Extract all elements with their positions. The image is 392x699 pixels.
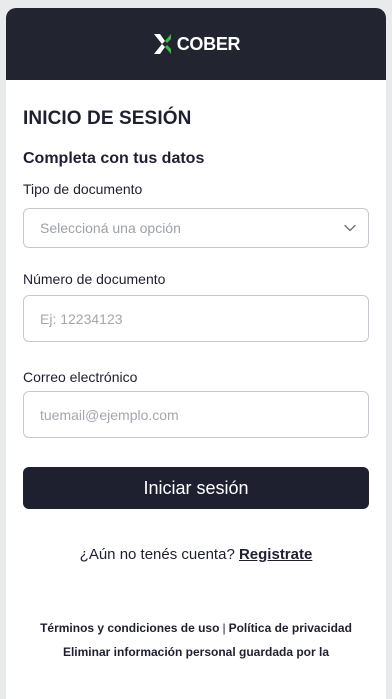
doc-type-select[interactable]: Seleccioná una opción [23, 208, 369, 248]
footer: Términos y condiciones de uso | Política d… [23, 616, 369, 664]
doc-type-label: Tipo de documento [23, 181, 143, 197]
brand-name: COBER [176, 33, 241, 54]
cober-logo-icon [153, 34, 171, 54]
brand-logo: COBER [152, 33, 241, 55]
privacy-link[interactable]: Política de privacidad [229, 621, 352, 635]
footer-separator: | [222, 621, 226, 635]
register-prompt: ¿Aún no tenés cuenta? Registrate [23, 546, 369, 563]
login-form: INICIO DE SESIÓN Completa con tus datos … [6, 108, 386, 664]
footer-links-row: Términos y condiciones de uso | Política d… [23, 616, 369, 640]
chevron-down-icon [344, 224, 356, 232]
login-card: COBER INICIO DE SESIÓN Completa con tus … [6, 8, 386, 699]
form-subtitle: Completa con tus datos [23, 150, 205, 167]
terms-link[interactable]: Términos y condiciones de uso [40, 621, 219, 635]
email-input[interactable] [23, 391, 369, 438]
doc-number-label: Número de documento [23, 271, 166, 287]
doc-type-placeholder: Seleccioná una opción [40, 220, 181, 236]
register-link[interactable]: Registrate [239, 546, 312, 563]
delete-info-link[interactable]: Eliminar información personal guardada p… [23, 640, 369, 664]
register-text: ¿Aún no tenés cuenta? [79, 546, 235, 563]
doc-number-input[interactable] [23, 295, 369, 342]
header: COBER [6, 8, 386, 80]
email-label: Correo electrónico [23, 369, 138, 385]
page-title: INICIO DE SESIÓN [23, 108, 192, 129]
login-button[interactable]: Iniciar sesión [23, 467, 369, 509]
